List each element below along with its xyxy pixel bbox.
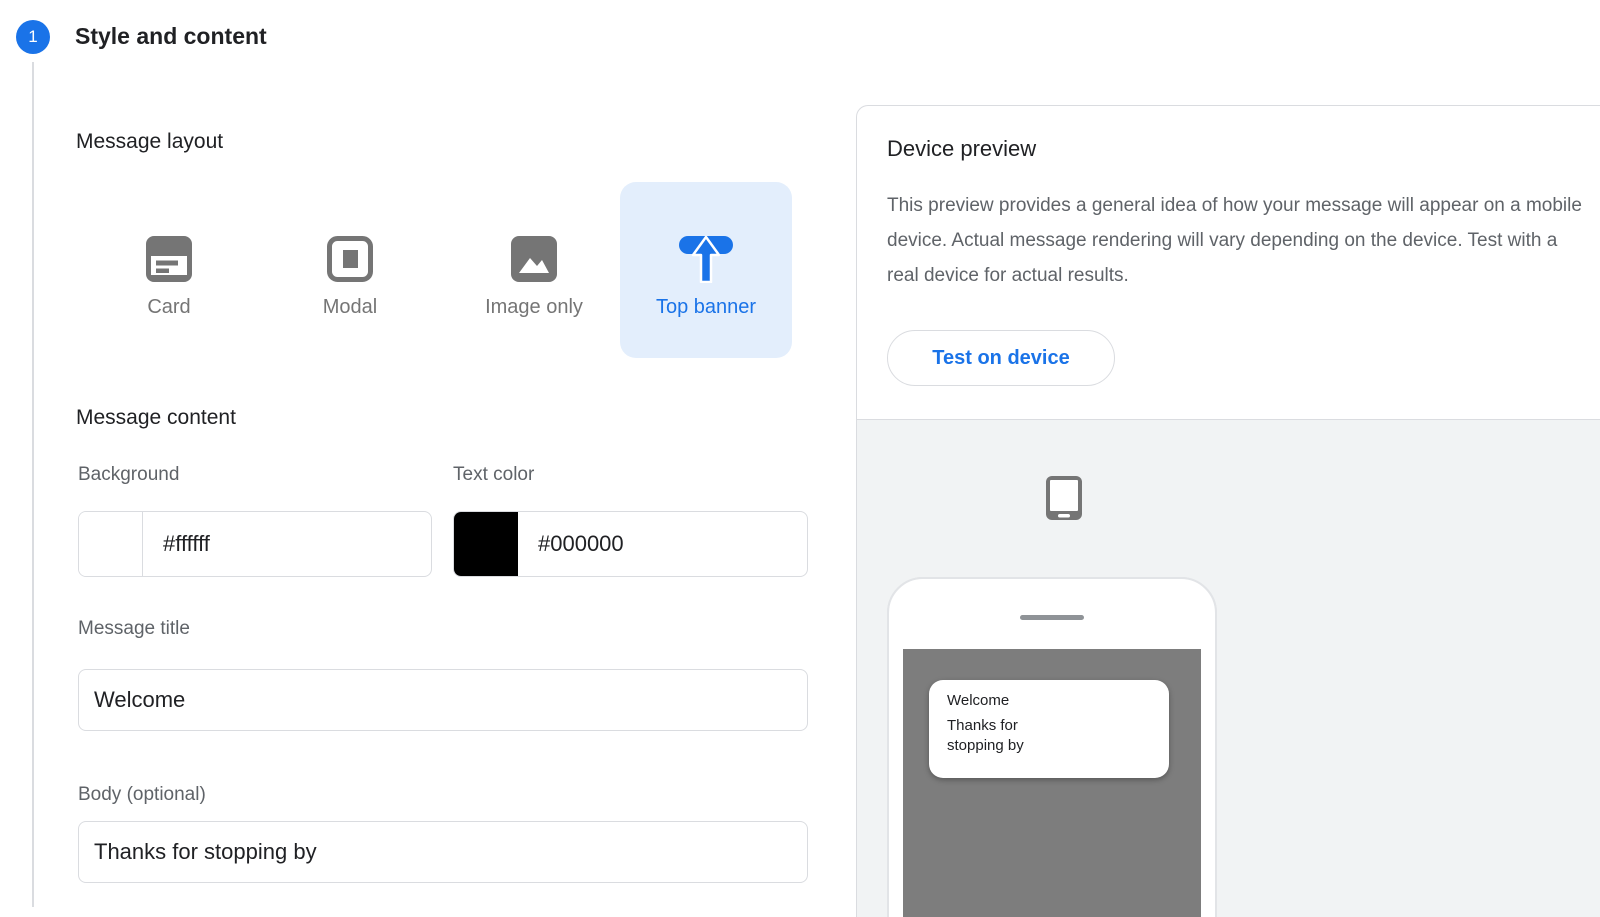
- device-preview-panel: Device preview This preview provides a g…: [856, 105, 1600, 917]
- top-banner-layout-icon: [678, 235, 734, 283]
- message-content-heading: Message content: [76, 406, 236, 430]
- tablet-icon: [1045, 475, 1083, 526]
- layout-option-label: Modal: [323, 296, 377, 319]
- message-title-label: Message title: [78, 618, 190, 640]
- background-label: Background: [78, 464, 179, 486]
- text-color-label: Text color: [453, 464, 534, 486]
- tablet-toggle-button[interactable]: [1005, 467, 1123, 533]
- body-input[interactable]: [78, 821, 808, 883]
- phone-mockup: Welcome Thanks for stopping by: [887, 577, 1217, 917]
- style-and-content-page: 1 Style and content Message layout Card …: [0, 0, 1600, 917]
- step-number-badge: 1: [16, 20, 50, 54]
- card-layout-icon: [145, 235, 193, 283]
- preview-banner-body: Thanks for stopping by: [947, 716, 1072, 756]
- preview-banner: Welcome Thanks for stopping by: [929, 680, 1169, 778]
- page-title: Style and content: [75, 23, 267, 50]
- text-color-field: [453, 511, 808, 577]
- layout-option-label: Top banner: [656, 296, 756, 319]
- device-preview-title: Device preview: [887, 136, 1036, 162]
- layout-option-image-only[interactable]: Image only: [448, 182, 620, 358]
- message-title-input[interactable]: [78, 669, 808, 731]
- phone-screen: Welcome Thanks for stopping by: [903, 649, 1201, 917]
- background-color-input[interactable]: [143, 512, 432, 576]
- phone-speaker-bar: [1020, 615, 1084, 620]
- layout-option-modal[interactable]: Modal: [264, 182, 436, 358]
- layout-option-card[interactable]: Card: [83, 182, 255, 358]
- text-color-swatch[interactable]: [454, 512, 518, 576]
- modal-layout-icon: [326, 235, 374, 283]
- text-color-input[interactable]: [518, 512, 808, 576]
- stepper-connector-line: [32, 62, 34, 907]
- background-color-swatch[interactable]: [79, 512, 143, 576]
- test-on-device-button[interactable]: Test on device: [887, 330, 1115, 386]
- device-preview-area: Welcome Thanks for stopping by: [857, 420, 1600, 917]
- layout-option-label: Image only: [485, 296, 583, 319]
- layout-option-label: Card: [147, 296, 190, 319]
- device-preview-description: This preview provides a general idea of …: [887, 188, 1587, 293]
- message-layout-heading: Message layout: [76, 130, 223, 154]
- layout-option-top-banner[interactable]: Top banner: [620, 182, 792, 358]
- device-preview-header: Device preview This preview provides a g…: [857, 106, 1600, 420]
- image-only-layout-icon: [510, 235, 558, 283]
- background-color-field: [78, 511, 432, 577]
- body-label: Body (optional): [78, 784, 206, 806]
- preview-banner-title: Welcome: [947, 692, 1169, 709]
